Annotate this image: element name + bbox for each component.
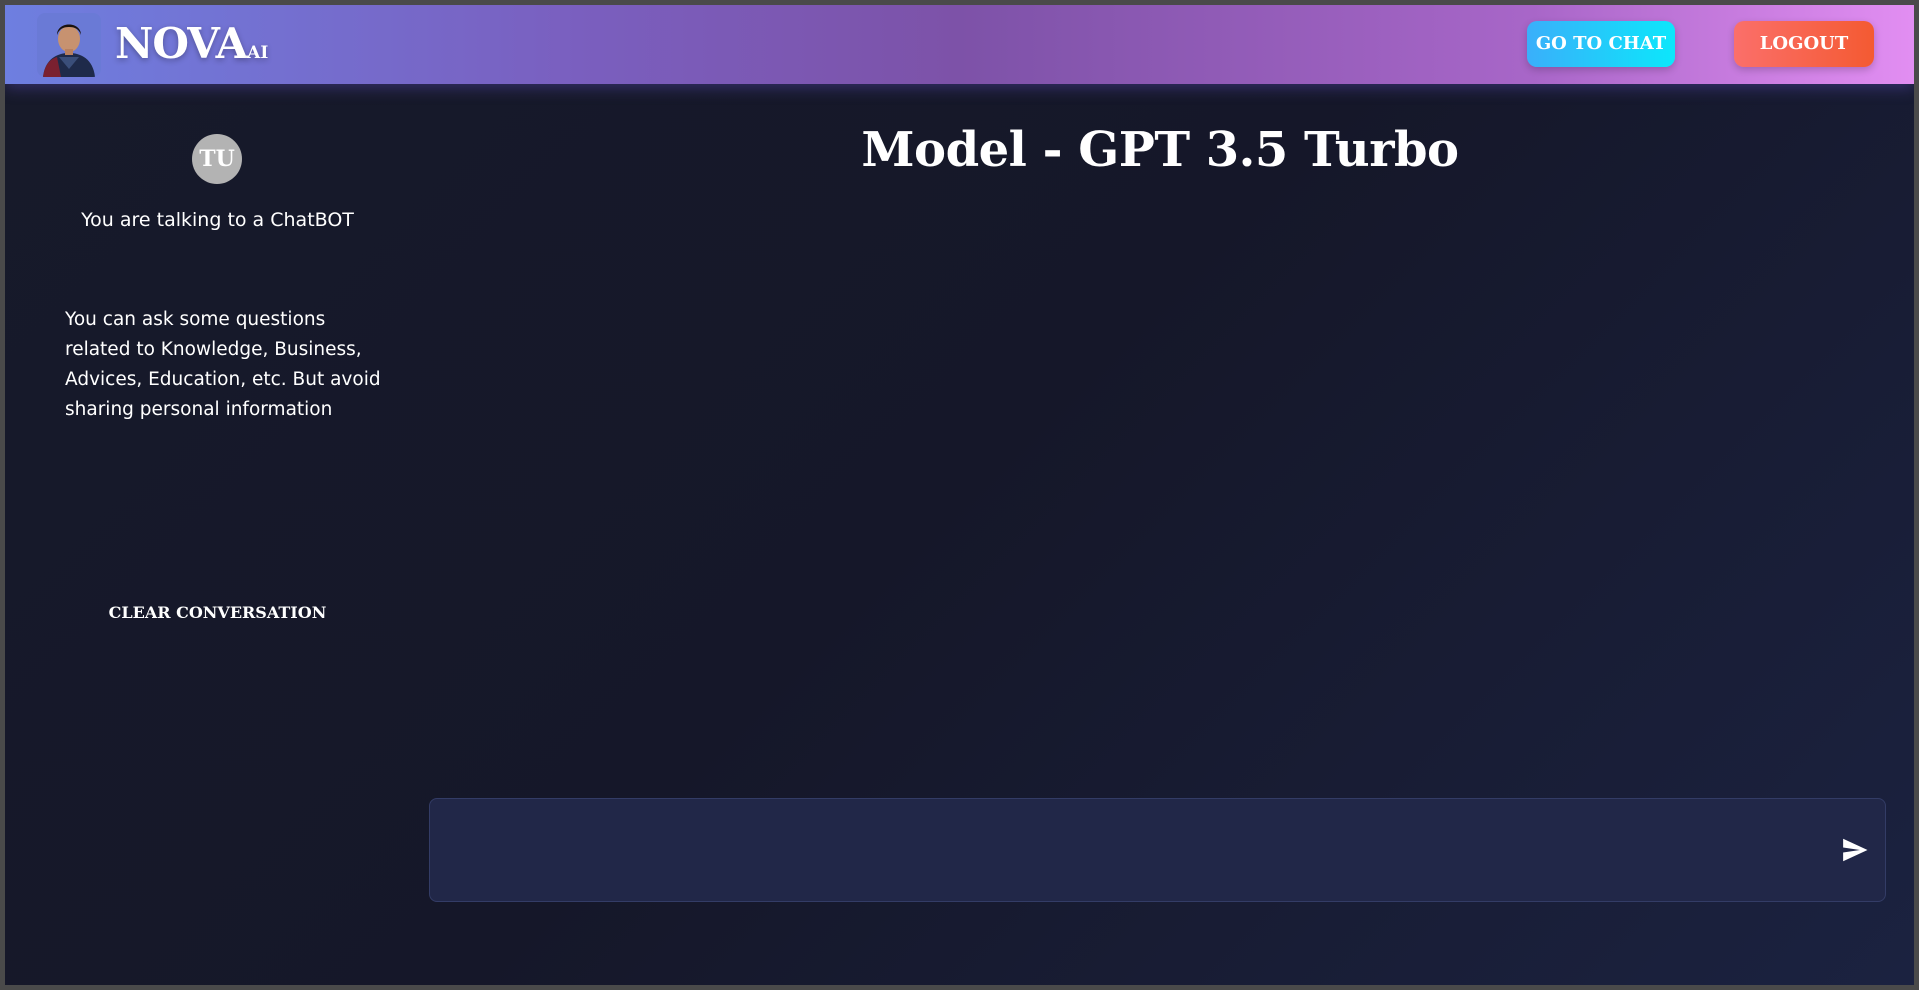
- app-window: NOVAAI GO TO CHAT LOGOUT TU You are talk…: [5, 5, 1914, 985]
- brand-logo[interactable]: NOVAAI: [115, 19, 268, 68]
- header-bar: NOVAAI GO TO CHAT LOGOUT: [5, 5, 1914, 84]
- user-avatar: TU: [192, 134, 242, 184]
- message-input[interactable]: [444, 811, 1808, 893]
- model-title: Model - GPT 3.5 Turbo: [861, 122, 1459, 178]
- clear-conversation-button[interactable]: CLEAR CONVERSATION: [45, 603, 390, 622]
- brand-name: NOVA: [115, 19, 248, 68]
- profile-avatar: [37, 13, 101, 77]
- info-text: You can ask some questions related to Kn…: [65, 309, 381, 420]
- message-input-box[interactable]: [429, 798, 1886, 902]
- send-icon[interactable]: [1840, 835, 1870, 865]
- talking-label: You are talking to a ChatBOT: [81, 209, 354, 231]
- go-to-chat-button[interactable]: GO TO CHAT: [1527, 21, 1675, 67]
- brand-sub: AI: [247, 43, 269, 63]
- logout-button[interactable]: LOGOUT: [1734, 21, 1874, 67]
